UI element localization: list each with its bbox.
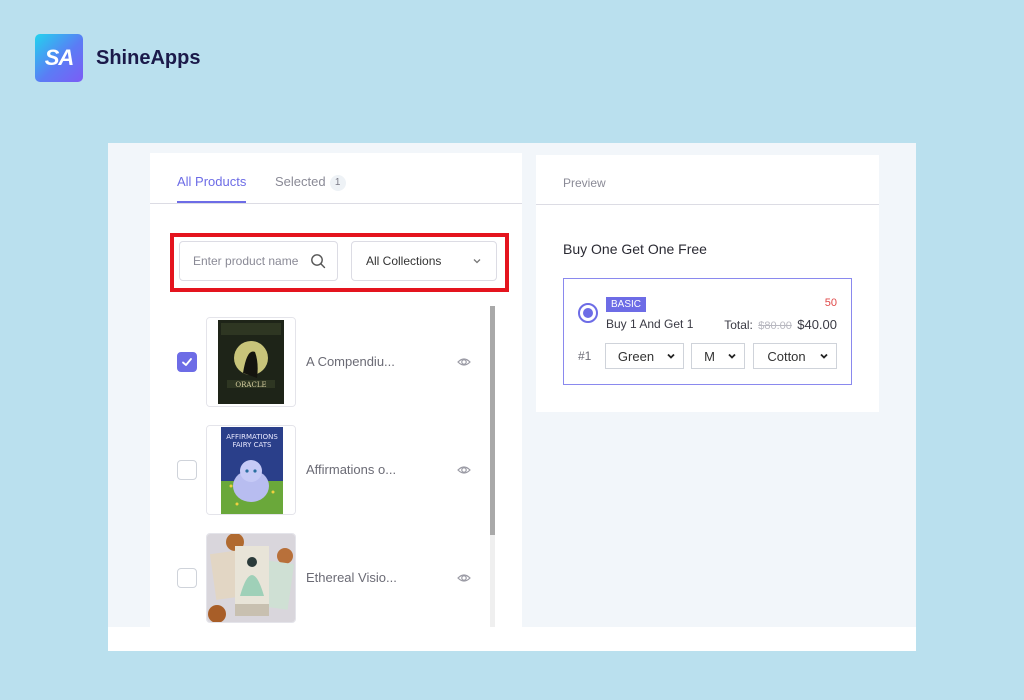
offer-total: Total: $80.00 $40.00 <box>724 317 837 332</box>
checkmark-icon <box>182 358 192 366</box>
product-row[interactable]: Ethereal Visio... <box>150 532 490 624</box>
chevron-down-icon <box>728 353 736 359</box>
product-thumbnail <box>206 533 296 623</box>
color-select[interactable]: Green <box>605 343 684 369</box>
discounted-price: $40.00 <box>797 317 837 332</box>
oracle-deck-image: ORACLE <box>207 318 295 406</box>
collections-dropdown[interactable]: All Collections <box>351 241 497 281</box>
original-price: $80.00 <box>758 320 792 332</box>
collections-dropdown-value: All Collections <box>366 254 442 268</box>
scrollbar-thumb[interactable] <box>490 306 495 535</box>
product-search-field[interactable] <box>179 241 338 281</box>
tab-all-products[interactable]: All Products <box>177 174 247 203</box>
brand-name: ShineApps <box>96 46 201 69</box>
chevron-down-icon <box>820 353 828 359</box>
total-label: Total: <box>724 318 753 332</box>
product-checkbox[interactable] <box>177 568 197 588</box>
search-icon[interactable] <box>310 253 326 269</box>
preview-panel: Preview Buy One Get One Free BASIC 50 Bu… <box>536 155 879 412</box>
preview-header: Preview <box>536 155 879 205</box>
filter-highlight-box: All Collections <box>170 233 509 292</box>
product-row[interactable]: AFFIRMATIONS FAIRY CATS Affirmations o..… <box>150 424 490 516</box>
svg-text:ORACLE: ORACLE <box>235 381 266 389</box>
offer-card[interactable]: BASIC 50 Buy 1 And Get 1 Total: $80.00 $… <box>563 278 852 385</box>
product-checkbox[interactable] <box>177 352 197 372</box>
brand: SA ShineApps <box>35 34 200 82</box>
product-name: Ethereal Visio... <box>306 570 397 585</box>
size-select[interactable]: M <box>691 343 745 369</box>
tab-selected-label: Selected <box>275 174 326 189</box>
product-row[interactable]: ORACLE A Compendiu... <box>150 316 490 408</box>
tab-selected[interactable]: Selected 1 <box>275 174 346 191</box>
eye-icon[interactable] <box>457 355 471 369</box>
eye-icon[interactable] <box>457 463 471 477</box>
fairy-cats-deck-image: AFFIRMATIONS FAIRY CATS <box>207 426 295 514</box>
chevron-down-icon <box>473 259 481 264</box>
product-search-input[interactable] <box>193 254 311 268</box>
svg-text:AFFIRMATIONS: AFFIRMATIONS <box>226 433 278 441</box>
product-thumbnail: AFFIRMATIONS FAIRY CATS <box>206 425 296 515</box>
selected-count-badge: 1 <box>329 175 346 191</box>
ethereal-visions-deck-image <box>207 534 295 622</box>
offer-description: Buy 1 And Get 1 <box>606 317 694 331</box>
product-list-scrollbar[interactable] <box>490 306 495 627</box>
product-picker-panel: All Products Selected1 All Collections <box>150 153 522 627</box>
variant-row-label: #1 <box>578 349 592 363</box>
product-checkbox[interactable] <box>177 460 197 480</box>
stock-count: 50 <box>824 297 837 309</box>
color-select-value: Green <box>617 348 655 364</box>
product-name: A Compendiu... <box>306 354 395 369</box>
shineapps-logo-icon: SA <box>35 34 83 82</box>
offer-title: Buy One Get One Free <box>563 241 707 257</box>
tab-bar: All Products Selected 1 <box>150 153 522 204</box>
offer-radio[interactable] <box>578 303 598 323</box>
app-container: All Products Selected1 All Collections <box>108 143 916 651</box>
eye-icon[interactable] <box>457 571 471 585</box>
material-select-value: Cotton <box>767 348 806 364</box>
material-select[interactable]: Cotton <box>753 343 837 369</box>
product-name: Affirmations o... <box>306 462 397 477</box>
size-select-value: M <box>704 348 715 364</box>
svg-text:FAIRY CATS: FAIRY CATS <box>232 441 272 449</box>
chevron-down-icon <box>667 353 675 359</box>
product-thumbnail: ORACLE <box>206 317 296 407</box>
tier-badge: BASIC <box>606 297 647 312</box>
tab-all-products-label: All Products <box>177 174 247 189</box>
